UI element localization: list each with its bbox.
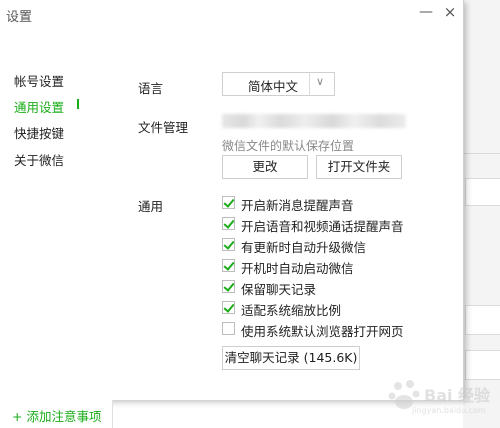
checkbox-label: 开启新消息提醒声音: [241, 198, 354, 213]
checkbox-label: 开机时自动启动微信: [241, 261, 354, 276]
watermark-text: Bai 经验: [424, 386, 491, 405]
watermark-url: jingyan.baidu.com: [412, 406, 486, 415]
clear-chat-history-button[interactable]: 清空聊天记录 (145.6K): [222, 346, 360, 370]
general-label: 通用: [138, 199, 164, 214]
chevron-down-icon: ∨: [316, 75, 325, 88]
sidebar-item-about[interactable]: 关于微信: [14, 150, 64, 169]
window-title: 设置: [6, 10, 33, 25]
checkbox[interactable]: [222, 217, 235, 230]
sidebar-item-shortcuts[interactable]: 快捷按键: [14, 123, 64, 142]
background-field: [465, 305, 500, 335]
checkbox[interactable]: [222, 280, 235, 293]
checkbox[interactable]: [222, 301, 235, 314]
file-management-label: 文件管理: [138, 120, 189, 135]
checkbox-label: 适配系统缩放比例: [241, 303, 342, 318]
checkbox[interactable]: [222, 238, 235, 251]
sidebar-item-account[interactable]: 帐号设置: [14, 71, 64, 90]
checkbox-label: 保留聊天记录: [241, 282, 317, 297]
checkbox-label: 开启语音和视频通话提醒声音: [241, 219, 404, 234]
checkbox[interactable]: [222, 259, 235, 272]
divider: [309, 73, 310, 95]
divider: [463, 153, 500, 154]
background-window: [463, 0, 500, 428]
sidebar-item-general[interactable]: 通用设置: [14, 97, 64, 116]
add-note-button[interactable]: + 添加注意事项: [12, 406, 101, 425]
language-label: 语言: [138, 81, 164, 96]
add-note-bar: + 添加注意事项: [0, 400, 113, 428]
checkbox-label: 有更新时自动升级微信: [241, 240, 367, 255]
file-location-hint: 微信文件的默认保存位置: [222, 139, 355, 153]
checkbox-label: 使用系统默认浏览器打开网页: [241, 324, 404, 339]
active-indicator: [77, 99, 79, 109]
watermark-logo: Bai 经验 jingyan.baidu.com: [386, 376, 496, 424]
checkbox[interactable]: [222, 322, 235, 335]
language-select[interactable]: 简体中文 ∨: [222, 72, 335, 96]
change-location-button[interactable]: 更改: [222, 155, 308, 179]
background-field: [465, 178, 500, 206]
checkbox[interactable]: [222, 196, 235, 209]
file-path-blurred: [222, 114, 406, 128]
open-folder-button[interactable]: 打开文件夹: [316, 155, 402, 179]
minimize-button[interactable]: —: [416, 2, 436, 22]
language-select-value: 简体中文: [248, 79, 299, 94]
close-button[interactable]: ×: [440, 2, 460, 22]
settings-dialog: 设置 — × 帐号设置 通用设置 快捷按键 关于微信 语言 简体中文 ∨ 文件管…: [0, 0, 464, 400]
